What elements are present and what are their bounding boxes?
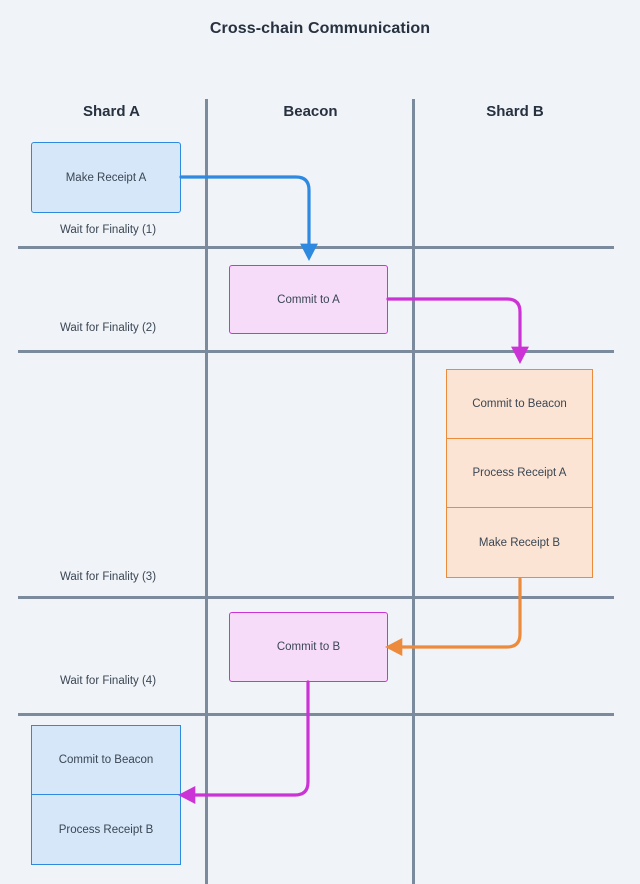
column-header-beacon: Beacon (283, 103, 338, 120)
node-label: Commit to Beacon (58, 754, 154, 766)
node-group-shard-a: Commit to Beacon Process Receipt B (31, 725, 181, 865)
wait-label-2: Wait for Finality (2) (59, 322, 157, 334)
node-make-receipt-a[interactable]: Make Receipt A (31, 142, 181, 213)
node-label: Process Receipt A (472, 467, 567, 479)
wait-label-4: Wait for Finality (4) (59, 675, 157, 687)
node-label: Commit to A (277, 293, 340, 306)
node-process-receipt-a[interactable]: Process Receipt A (446, 438, 593, 508)
edge-make-receipt-a-to-commit-to-a (179, 175, 318, 261)
wait-label-3: Wait for Finality (3) (59, 571, 157, 583)
column-header-shard-a: Shard A (83, 103, 140, 120)
node-commit-to-beacon-a[interactable]: Commit to Beacon (31, 725, 181, 795)
node-group-shard-b: Commit to Beacon Process Receipt A Make … (446, 369, 593, 579)
node-label: Process Receipt B (58, 823, 154, 836)
column-header-shard-b: Shard B (486, 103, 544, 120)
lane-divider-left (205, 99, 208, 884)
phase-separator-1 (18, 246, 614, 249)
node-commit-to-a[interactable]: Commit to A (229, 265, 388, 334)
edge-commit-to-a-to-shard-b (386, 297, 529, 364)
phase-separator-3 (18, 596, 614, 599)
node-label: Make Receipt A (65, 171, 147, 184)
page-title: Cross-chain Communication (209, 20, 431, 37)
phase-separator-2 (18, 350, 614, 353)
diagram-canvas: Cross-chain Communication Shard A Beacon… (0, 0, 640, 884)
lane-divider-right (412, 99, 415, 884)
node-label: Commit to Beacon (472, 398, 567, 410)
node-commit-to-b[interactable]: Commit to B (229, 612, 388, 682)
node-make-receipt-b[interactable]: Make Receipt B (446, 507, 593, 578)
phase-separator-4 (18, 713, 614, 716)
node-label: Make Receipt B (478, 536, 561, 549)
node-commit-to-beacon-b[interactable]: Commit to Beacon (446, 369, 593, 439)
node-process-receipt-b[interactable]: Process Receipt B (31, 794, 181, 865)
node-label: Commit to B (276, 641, 341, 653)
wait-label-1: Wait for Finality (1) (59, 224, 157, 236)
